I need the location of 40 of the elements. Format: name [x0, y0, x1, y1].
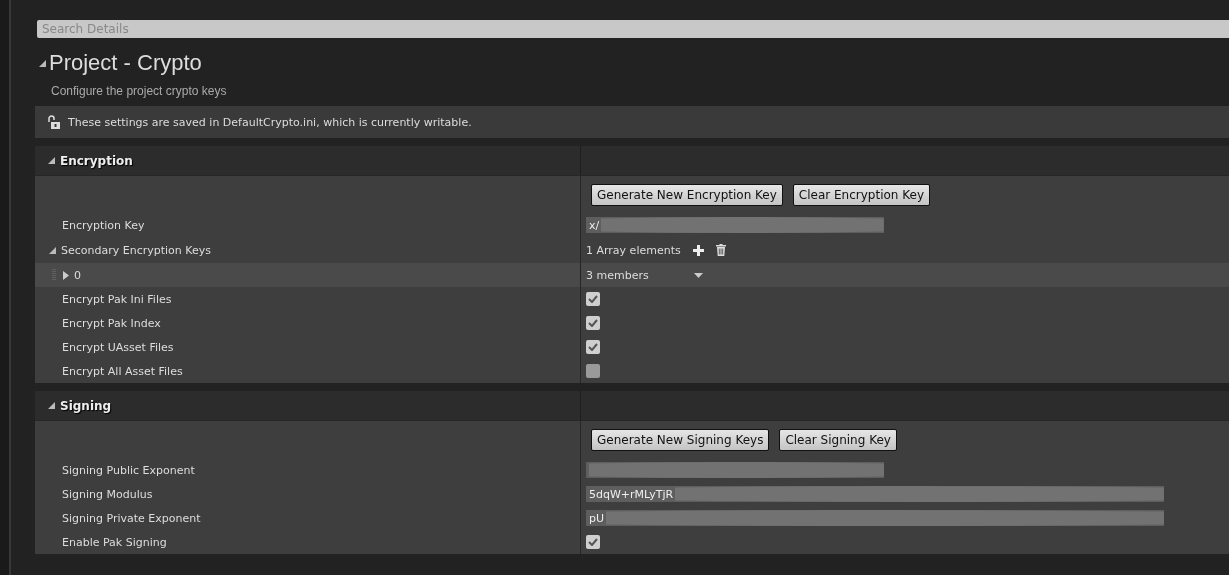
- checkbox[interactable]: [586, 316, 600, 330]
- element-index: 0: [74, 268, 81, 282]
- action-button[interactable]: Clear Encryption Key: [792, 183, 931, 206]
- page-description: Configure the project crypto keys: [51, 84, 228, 98]
- members-count: 3 members: [586, 268, 649, 282]
- property-label: Encrypt Pak Ini Files: [62, 292, 172, 306]
- section-header[interactable]: Signing: [60, 398, 112, 413]
- section-header[interactable]: Encryption: [60, 153, 133, 168]
- collapse-arrow-icon[interactable]: [48, 157, 55, 164]
- trash-icon[interactable]: [715, 244, 726, 256]
- action-button[interactable]: Generate New Signing Keys: [591, 428, 770, 451]
- property-label: Enable Pak Signing: [62, 535, 167, 549]
- page-title: Project - Crypto: [49, 50, 202, 76]
- property-label: Encrypt Pak Index: [62, 316, 161, 330]
- action-button[interactable]: Clear Signing Key: [779, 428, 897, 451]
- array-count: 1 Array elements: [586, 243, 681, 257]
- property-label: Signing Modulus: [62, 487, 153, 501]
- checkbox[interactable]: [586, 292, 600, 306]
- collapse-arrow-icon[interactable]: [39, 59, 46, 67]
- property-label: Encrypt All Asset Files: [62, 364, 183, 378]
- expand-arrow-icon[interactable]: [63, 270, 69, 280]
- key-field[interactable]: x/: [586, 217, 884, 233]
- unlocked-lock-icon: [47, 115, 60, 129]
- checkbox[interactable]: [586, 340, 600, 354]
- property-label: Secondary Encryption Keys: [61, 243, 211, 257]
- expand-arrow-icon[interactable]: [49, 246, 56, 254]
- checkbox[interactable]: [586, 364, 600, 378]
- key-field[interactable]: pU: [586, 510, 1164, 526]
- key-field[interactable]: 5dqW+rMLyTjR: [586, 486, 1164, 502]
- add-icon[interactable]: [692, 244, 704, 256]
- dropdown-arrow-icon[interactable]: [693, 272, 703, 278]
- action-button[interactable]: Generate New Encryption Key: [591, 183, 783, 206]
- property-label: Encryption Key: [62, 218, 145, 232]
- property-label: Encrypt UAsset Files: [62, 340, 174, 354]
- property-label: Signing Public Exponent: [62, 463, 195, 477]
- search-field[interactable]: Search Details: [37, 20, 1229, 38]
- checkbox[interactable]: [586, 535, 600, 549]
- collapse-arrow-icon[interactable]: [48, 402, 55, 409]
- property-label: Signing Private Exponent: [62, 511, 201, 525]
- notice-text: These settings are saved in DefaultCrypto.ini, which is currently writable.: [68, 115, 472, 129]
